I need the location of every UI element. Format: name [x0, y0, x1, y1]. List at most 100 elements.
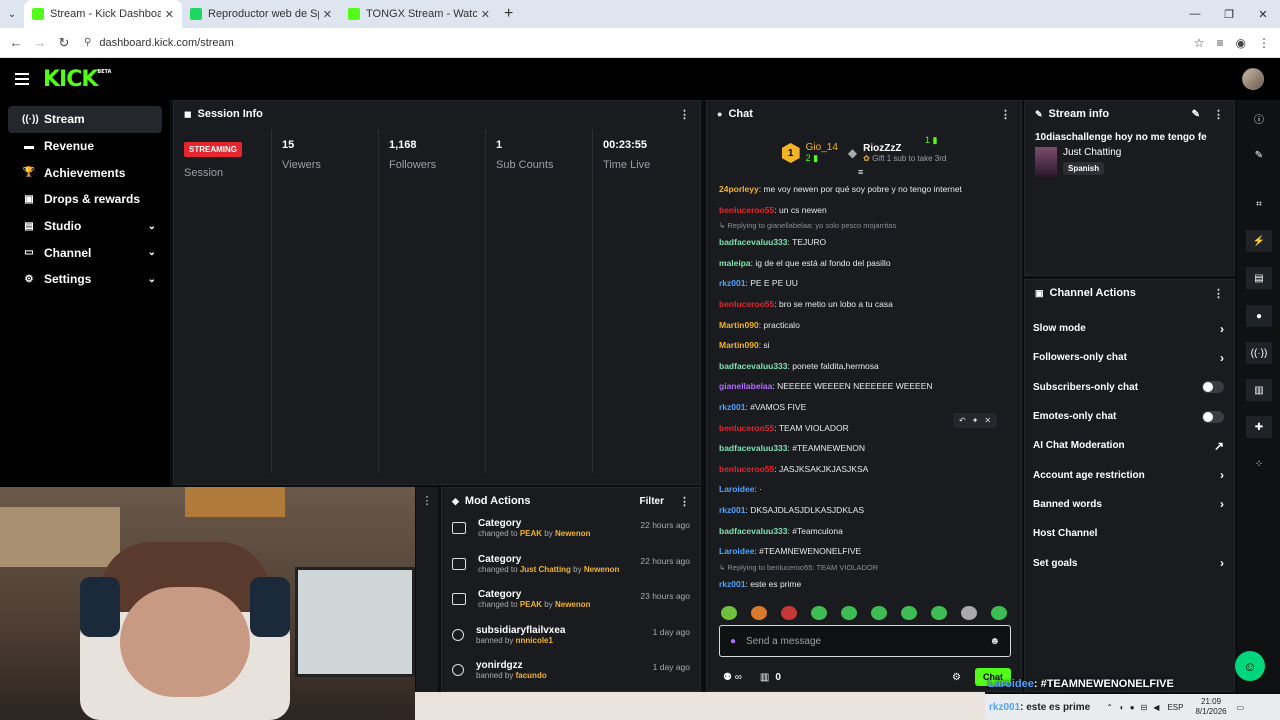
chat-input[interactable]: ● Send a message ☻	[719, 625, 1011, 657]
gift-box-icon[interactable]: ▥	[760, 672, 769, 683]
layout-icon[interactable]: ▥	[1246, 379, 1272, 401]
stream-info-options-icon[interactable]: ⋮	[1213, 108, 1224, 121]
action-slow-mode[interactable]: Slow mode ›	[1025, 314, 1234, 343]
mod-action-row[interactable]: yonirdgzz banned by facundo 1 day ago	[442, 656, 700, 691]
notes-icon[interactable]: ▤	[1246, 267, 1272, 289]
mod-action-row[interactable]: subsidiaryflailvxea banned by nnnicole1 1 …	[442, 621, 700, 657]
apps-icon[interactable]: ⁘	[1246, 453, 1272, 475]
mod-action-target[interactable]: PEAK	[520, 600, 542, 609]
chat-username[interactable]: badfacevaluu333	[719, 526, 788, 536]
restore-icon[interactable]: ❐	[1212, 0, 1246, 28]
mod-action-moderator[interactable]: Newenon	[555, 529, 591, 538]
emote-10[interactable]	[991, 606, 1007, 620]
browser-tab-1[interactable]: Stream - Kick Dashboard ✕	[24, 0, 182, 28]
chat-username[interactable]: Martin090	[719, 320, 759, 330]
chat-message[interactable]: badfacevaluu333: ponete faldita,hermosa	[719, 356, 1009, 377]
chat-username[interactable]: Laroidee	[719, 484, 754, 494]
chat-message[interactable]: benluceroo55: bro se metio un lobo a tu …	[719, 294, 1009, 315]
chat-message[interactable]: Martin090: si	[719, 335, 1009, 356]
mod-action-row[interactable]: Category changed to Just Chatting by Newe…	[442, 550, 700, 586]
sidebar-item-drops-rewards[interactable]: ▣ Drops & rewards	[8, 186, 162, 213]
pencil-icon[interactable]: ✎	[1246, 144, 1272, 166]
category-name[interactable]: Just Chatting	[1063, 147, 1121, 158]
chat-message[interactable]: badfacevaluu333: #TEAMNEWENON	[719, 438, 1009, 459]
toggle-switch[interactable]	[1202, 410, 1224, 423]
chat-username[interactable]: Laroidee	[719, 546, 754, 556]
notifications-icon[interactable]: ▭	[1237, 703, 1245, 712]
address-bar[interactable]: ⚲ dashboard.kick.com/stream	[84, 37, 1184, 49]
leader-name[interactable]: Gio_14	[806, 142, 838, 153]
emote-8[interactable]	[931, 606, 947, 620]
menu-icon[interactable]	[15, 73, 29, 85]
chat-username[interactable]: 24porleyy	[719, 184, 759, 194]
lightning-icon[interactable]: ⚡	[1246, 230, 1272, 252]
clock-date[interactable]: 8/1/2026	[1195, 707, 1226, 717]
browser-tab-2[interactable]: Reproductor web de Spotify: m ✕	[182, 0, 340, 28]
emote-1[interactable]	[721, 606, 737, 620]
emote-5[interactable]	[841, 606, 857, 620]
back-icon[interactable]: ←	[4, 35, 28, 50]
chat-message[interactable]: Laroidee: #TEAMNEWENONELFIVE	[719, 541, 1009, 562]
action-emotes-only-chat[interactable]: Emotes-only chat	[1025, 402, 1234, 431]
chat-message[interactable]: badfacevaluu333: #Teamculona	[719, 521, 1009, 542]
support-chat-button[interactable]: ☺	[1235, 651, 1265, 681]
emoji-picker-icon[interactable]: ☻	[989, 636, 1000, 647]
pin-icon[interactable]: ✦	[972, 416, 979, 425]
emote-4[interactable]	[811, 606, 827, 620]
mic-tray-icon[interactable]: ●	[1130, 703, 1135, 712]
minimize-icon[interactable]: —	[1178, 0, 1212, 28]
emote-3[interactable]	[781, 606, 797, 620]
chat-message[interactable]: maleipa: ig de el que está al fondo del …	[719, 253, 1009, 274]
chevron-down-icon[interactable]: ⌄	[148, 247, 156, 258]
mic-icon[interactable]: ●	[730, 636, 736, 647]
sidebar-item-studio[interactable]: ▤ Studio ⌄	[8, 213, 162, 240]
action-followers-only-chat[interactable]: Followers-only chat ›	[1025, 343, 1234, 372]
network-icon[interactable]: ⊟	[1141, 703, 1148, 712]
chat-username[interactable]: badfacevaluu333	[719, 237, 788, 247]
action-ai-chat-moderation[interactable]: AI Chat Moderation ↗	[1025, 431, 1234, 460]
chat-username[interactable]: Martin090	[719, 340, 759, 350]
new-tab-button[interactable]: +	[504, 5, 513, 23]
info-icon[interactable]: ⓘ	[1246, 107, 1272, 129]
scan-icon[interactable]: ⌗	[1246, 193, 1272, 215]
chat-message[interactable]: gianellabelaa: NEEEEE WEEEEN NEEEEEE WEE…	[719, 376, 1009, 397]
close-window-icon[interactable]: ✕	[1246, 0, 1280, 28]
chat-options-icon[interactable]: ⋮	[1000, 108, 1011, 121]
user-avatar[interactable]	[1242, 68, 1264, 90]
site-info-icon[interactable]: ⚲	[84, 37, 91, 48]
kick-logo[interactable]: KICK BETA	[43, 67, 111, 92]
mod-action-target[interactable]: PEAK	[520, 529, 542, 538]
action-banned-words[interactable]: Banned words ›	[1025, 490, 1234, 519]
tab-close-icon[interactable]: ✕	[481, 8, 490, 21]
chat-message[interactable]: benluceroo55: un cs newen	[719, 200, 1009, 221]
emote-6[interactable]	[871, 606, 887, 620]
mod-actions-options-icon[interactable]: ⋮	[679, 495, 690, 508]
chevron-down-icon[interactable]: ⌄	[148, 274, 156, 285]
chevron-right-icon[interactable]: ›	[1220, 497, 1224, 511]
sidebar-item-revenue[interactable]: ▬ Revenue	[8, 133, 162, 160]
chat-username[interactable]: rkz001	[719, 505, 745, 515]
mod-action-moderator[interactable]: nnnicole1	[516, 636, 553, 645]
chat-message[interactable]: rkz001: DKSAJDLASJDLKASJDKLAS	[719, 500, 1009, 521]
chat-message[interactable]: rkz001: este es prime	[719, 574, 1009, 595]
chat-username[interactable]: benluceroo55	[719, 205, 774, 215]
chevron-right-icon[interactable]: ›	[1220, 468, 1224, 482]
emote-9[interactable]	[961, 606, 977, 620]
forward-icon[interactable]: →	[28, 35, 52, 50]
browser-tab-3[interactable]: TONGX Stream - Watch Live on ✕	[340, 0, 498, 28]
chat-message[interactable]: rkz001: PE E PE UU	[719, 273, 1009, 294]
mod-action-row[interactable]: Category changed to PEAK by Newenon 23 hou…	[442, 585, 700, 621]
wrench-rail-icon[interactable]: ✚	[1246, 416, 1272, 438]
chat-message[interactable]: Laroidee: ·	[719, 479, 1009, 500]
emote-7[interactable]	[901, 606, 917, 620]
sidebar-item-channel[interactable]: ▭ Channel ⌄	[8, 239, 162, 266]
volume-icon[interactable]: ◖	[1119, 703, 1124, 712]
language-indicator[interactable]: ESP	[1167, 703, 1183, 712]
sound-icon[interactable]: ◀	[1153, 703, 1159, 712]
edit-icon[interactable]: ✎	[1192, 109, 1200, 120]
action-account-age-restriction[interactable]: Account age restriction ›	[1025, 460, 1234, 489]
chat-username[interactable]: rkz001	[719, 579, 745, 589]
chat-username[interactable]: maleipa	[719, 258, 751, 268]
chat-message[interactable]: Martin090: practicalo	[719, 315, 1009, 336]
chat-username[interactable]: badfacevaluu333	[719, 443, 788, 453]
